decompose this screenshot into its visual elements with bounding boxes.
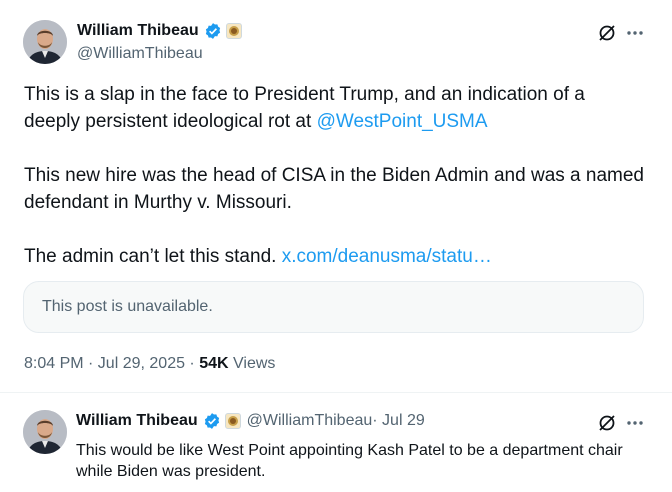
reply-handle[interactable]: @WilliamThibeau [247, 412, 373, 430]
affiliation-badge-icon[interactable] [225, 23, 242, 39]
grok-icon[interactable] [596, 22, 618, 44]
views-count: 54K [199, 355, 229, 372]
author-handle[interactable]: @WilliamThibeau [77, 45, 203, 63]
post-paragraph-2: This new hire was the head of CISA in th… [24, 165, 644, 213]
views-label: Views [228, 355, 276, 372]
post-text: This is a slap in the face to President … [24, 81, 644, 297]
post-paragraph-3-text: The admin can’t let this stand. [24, 246, 282, 267]
reply-avatar[interactable] [23, 410, 67, 454]
quoted-post-card: This post is unavailable. [23, 281, 644, 333]
status-link[interactable]: x.com/deanusma/statu… [282, 246, 492, 267]
grok-icon[interactable] [596, 412, 618, 434]
author-name[interactable]: William Thibeau [77, 22, 199, 40]
verified-badge-icon [204, 413, 219, 429]
reply-header: William Thibeau @WilliamThibeau · Jul 29 [76, 412, 425, 430]
affiliation-badge-icon[interactable] [224, 413, 241, 429]
post-timestamp[interactable]: 8:04 PM · Jul 29, 2025 [24, 355, 185, 372]
post-paragraph-1: This is a slap in the face to President … [24, 81, 644, 135]
mention-link[interactable]: @WestPoint_USMA [317, 111, 488, 132]
author-name-row: William Thibeau [77, 22, 242, 40]
quoted-post-unavailable-text: This post is unavailable. [42, 298, 213, 315]
more-icon[interactable] [624, 412, 646, 434]
post-paragraph-3: The admin can’t let this stand. x.com/de… [24, 243, 644, 270]
divider [0, 392, 672, 393]
author-avatar[interactable] [23, 20, 67, 64]
main-post: William Thibeau @WilliamThibeau This is … [0, 0, 672, 392]
post-paragraph-1-text: This is a slap in the face to President … [24, 84, 585, 132]
meta-separator: · [184, 355, 200, 372]
reply-date[interactable]: · Jul 29 [372, 412, 424, 430]
reply-text: This would be like West Point appointing… [76, 442, 623, 480]
verified-badge-icon [205, 23, 220, 39]
reply-author-name[interactable]: William Thibeau [76, 412, 198, 430]
post-meta: 8:04 PM · Jul 29, 2025 · 54K Views [24, 355, 275, 373]
more-icon[interactable] [624, 22, 646, 44]
